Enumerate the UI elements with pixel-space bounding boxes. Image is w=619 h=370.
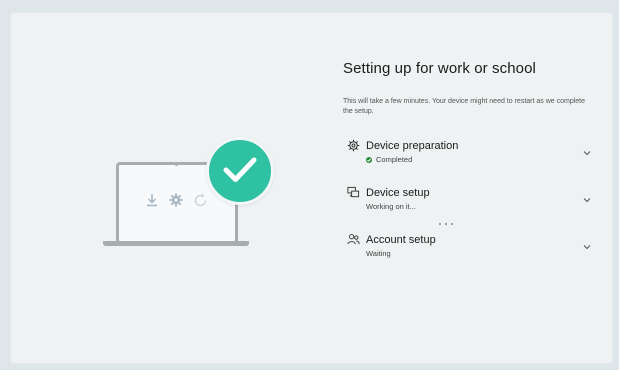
step-status: Waiting [366,249,391,258]
refresh-icon [193,193,208,213]
step-device-preparation[interactable]: Device preparation Completed [343,139,603,186]
chevron-down-icon[interactable] [583,195,591,206]
setup-steps: Device preparation Completed Device setu… [343,139,603,280]
setup-panel: Setting up for work or school This will … [343,60,603,280]
page-subtitle: This will take a few minutes. Your devic… [343,98,586,115]
step-title: Device setup [366,187,430,199]
step-device-setup[interactable]: Device setup Working on it... [343,186,603,233]
oobe-screen: Setting up for work or school This will … [10,12,613,364]
step-account-setup[interactable]: Account setup Waiting [343,233,603,280]
people-icon [347,233,361,247]
chevron-down-icon[interactable] [583,242,591,253]
download-icon [145,193,159,212]
gear-icon [347,139,361,153]
step-status: Completed [376,155,413,164]
step-title: Device preparation [366,140,459,152]
step-title: Account setup [366,234,436,246]
devices-icon [347,186,361,200]
laptop-base [103,241,249,246]
completed-icon [366,156,372,163]
chevron-down-icon[interactable] [583,148,591,159]
checkmark-badge [206,137,274,205]
progress-indicator [439,223,453,225]
page-title: Setting up for work or school [343,60,536,77]
laptop-camera [175,163,178,166]
setup-illustration [98,130,288,260]
step-status: Working on it... [366,202,416,211]
gear-icon [169,193,183,212]
